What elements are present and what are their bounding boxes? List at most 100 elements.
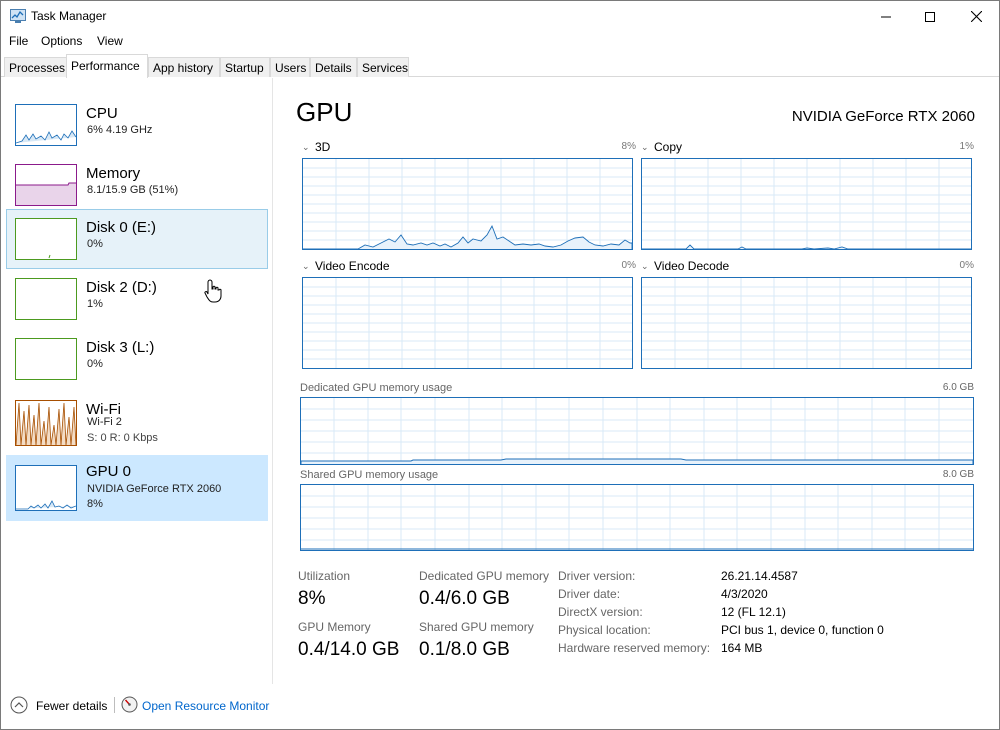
gpu-performance-panel: GPU NVIDIA GeForce RTX 2060 ⌄ 3D 8% ⌄ Co… <box>274 78 999 684</box>
sidebar-item-label: CPU <box>86 105 118 122</box>
sidebar-item-disk-2[interactable]: Disk 2 (D:) 1% <box>6 269 268 329</box>
sidebar-item-cpu[interactable]: CPU 6% 4.19 GHz <box>6 95 268 155</box>
sidebar-item-usage: 8% <box>87 498 103 510</box>
tab-services[interactable]: Services <box>357 57 409 77</box>
engine-video-encode-graph <box>302 277 633 369</box>
shared-memory-label: Shared GPU memory <box>419 620 534 634</box>
close-button[interactable] <box>953 1 999 32</box>
sidebar-item-disk-3[interactable]: Disk 3 (L:) 0% <box>6 329 268 389</box>
sidebar-item-detail: 1% <box>87 298 103 310</box>
tab-users[interactable]: Users <box>270 57 310 77</box>
sidebar-item-label: Disk 2 (D:) <box>86 279 157 296</box>
sidebar-item-wifi[interactable]: Wi-Fi Wi-Fi 2 S: 0 R: 0 Kbps <box>6 391 268 455</box>
physical-location-label: Physical location: <box>558 623 651 637</box>
resource-monitor-icon[interactable] <box>121 696 138 713</box>
sidebar-item-detail: 8.1/15.9 GB (51%) <box>87 184 179 196</box>
directx-version-label: DirectX version: <box>558 605 643 619</box>
tab-bar: Processes Performance App history Startu… <box>1 53 999 78</box>
sidebar-item-gpu-0[interactable]: GPU 0 NVIDIA GeForce RTX 2060 8% <box>6 455 268 521</box>
chevron-down-icon[interactable]: ⌄ <box>302 142 310 153</box>
menu-bar: File Options View <box>1 32 999 52</box>
tab-processes[interactable]: Processes <box>4 57 67 77</box>
minimize-icon <box>881 16 891 17</box>
engine-video-encode-percent: 0% <box>621 260 636 271</box>
reserved-memory-value: 164 MB <box>721 641 763 655</box>
engine-copy-graph <box>641 158 972 250</box>
maximize-button[interactable] <box>907 1 953 32</box>
engine-3d-percent: 8% <box>621 141 636 152</box>
open-resource-monitor-link[interactable]: Open Resource Monitor <box>142 699 269 713</box>
chevron-up-circle-icon[interactable] <box>10 696 28 714</box>
page-title: GPU <box>296 97 353 127</box>
utilization-value: 8% <box>298 588 326 609</box>
hand-pointer-cursor-icon <box>204 279 222 303</box>
dedicated-memory-max: 6.0 GB <box>942 382 974 393</box>
utilization-label: Utilization <box>298 569 351 583</box>
close-icon <box>970 11 982 22</box>
sidebar-item-label: Disk 0 (E:) <box>86 219 157 236</box>
disk-2-thumbnail-graph <box>15 278 77 320</box>
reserved-memory-label: Hardware reserved memory: <box>558 641 711 655</box>
menu-view[interactable]: View <box>96 34 124 48</box>
sidebar-item-detail: 0% <box>87 238 103 250</box>
engine-video-decode-label[interactable]: Video Decode <box>654 259 729 273</box>
dedicated-memory-graph <box>300 397 974 465</box>
shared-memory-max: 8.0 GB <box>942 469 974 480</box>
menu-file[interactable]: File <box>8 34 29 48</box>
engine-copy-label[interactable]: Copy <box>654 140 682 154</box>
directx-version-value: 12 (FL 12.1) <box>721 605 786 619</box>
dedicated-memory-value: 0.4/6.0 GB <box>419 588 510 609</box>
sidebar-item-label: GPU 0 <box>86 463 132 480</box>
sidebar-item-detail: 6% 4.19 GHz <box>87 124 153 136</box>
driver-date-label: Driver date: <box>558 587 621 601</box>
menu-options[interactable]: Options <box>40 34 83 48</box>
physical-location-value: PCI bus 1, device 0, function 0 <box>721 623 884 637</box>
sidebar-item-disk-0[interactable]: Disk 0 (E:) 0% <box>6 209 268 269</box>
sidebar-item-label: Memory <box>86 165 141 182</box>
sidebar-item-detail: 0% <box>87 358 103 370</box>
engine-3d-label[interactable]: 3D <box>315 140 330 154</box>
disk-0-thumbnail-graph <box>15 218 77 260</box>
sidebar-item-memory[interactable]: Memory 8.1/15.9 GB (51%) <box>6 155 268 215</box>
minimize-button[interactable] <box>863 1 909 32</box>
gpu-memory-value: 0.4/14.0 GB <box>298 639 400 660</box>
tab-app-history[interactable]: App history <box>148 57 220 77</box>
sidebar-item-throughput: S: 0 R: 0 Kbps <box>87 432 158 444</box>
engine-3d-graph <box>302 158 633 250</box>
gpu-thumbnail-graph <box>15 465 77 511</box>
chevron-down-icon[interactable]: ⌄ <box>641 142 649 153</box>
driver-date-value: 4/3/2020 <box>721 587 768 601</box>
driver-version-value: 26.21.14.4587 <box>721 569 798 583</box>
fewer-details-button[interactable]: Fewer details <box>36 699 107 713</box>
window-title: Task Manager <box>31 9 107 23</box>
tab-details[interactable]: Details <box>310 57 357 77</box>
dedicated-memory-graph-label: Dedicated GPU memory usage <box>300 382 453 394</box>
disk-3-thumbnail-graph <box>15 338 77 380</box>
shared-memory-value: 0.1/8.0 GB <box>419 639 510 660</box>
cpu-thumbnail-graph <box>15 104 77 146</box>
title-bar[interactable]: Task Manager <box>1 1 999 32</box>
engine-video-decode-percent: 0% <box>959 260 974 271</box>
footer-bar: Fewer details Open Resource Monitor <box>1 685 999 729</box>
sidebar-item-detail: Wi-Fi 2 <box>87 416 122 428</box>
gpu-memory-label: GPU Memory <box>298 620 371 634</box>
engine-video-encode-label[interactable]: Video Encode <box>315 259 390 273</box>
tab-startup[interactable]: Startup <box>220 57 270 77</box>
task-manager-app-icon <box>10 9 26 23</box>
engine-copy-percent: 1% <box>959 141 974 152</box>
tab-performance[interactable]: Performance <box>66 54 148 78</box>
chevron-down-icon[interactable]: ⌄ <box>641 261 649 272</box>
wifi-thumbnail-graph <box>15 400 77 446</box>
gpu-model-name: NVIDIA GeForce RTX 2060 <box>791 108 975 125</box>
chevron-down-icon[interactable]: ⌄ <box>302 261 310 272</box>
resource-sidebar: CPU 6% 4.19 GHz Memory 8.1/15.9 GB (51%)… <box>1 78 273 684</box>
footer-divider <box>114 697 115 713</box>
sidebar-item-label: Disk 3 (L:) <box>86 339 155 356</box>
shared-memory-graph <box>300 484 974 551</box>
task-manager-window: Task Manager File Options View Processes… <box>0 0 1000 730</box>
shared-memory-graph-label: Shared GPU memory usage <box>300 469 439 481</box>
engine-video-decode-graph <box>641 277 972 369</box>
memory-thumbnail-graph <box>15 164 77 206</box>
driver-version-label: Driver version: <box>558 569 636 583</box>
maximize-icon <box>925 11 935 22</box>
